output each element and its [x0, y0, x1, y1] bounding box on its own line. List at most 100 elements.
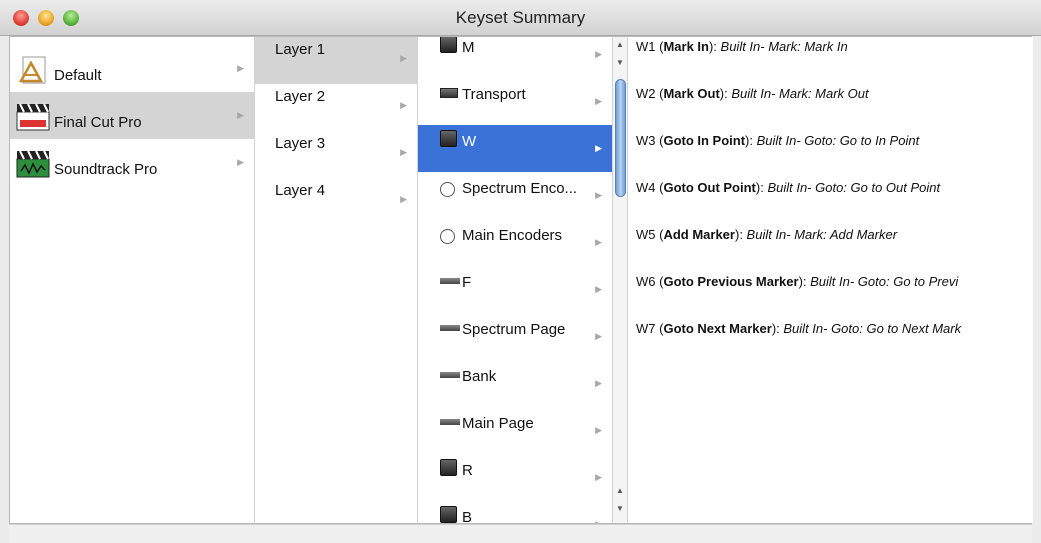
chevron-right-icon: ▶: [237, 63, 244, 73]
key-bar-icon: [440, 325, 460, 331]
layer-label: Layer 2: [275, 88, 326, 105]
keysets-scrollbar[interactable]: ▲ ▼ ▲ ▼: [612, 37, 628, 523]
layer-item[interactable]: Layer 2 ▶: [255, 84, 417, 131]
keyset-label: Spectrum Enco...: [462, 180, 578, 197]
title-bar: Keyset Summary: [0, 0, 1041, 36]
binding-key: W2: [636, 86, 656, 101]
binding-action: Built In- Goto: Go to Next Mark: [783, 321, 962, 336]
scroll-up-arrow-icon[interactable]: ▲: [613, 39, 627, 51]
binding-key: W6: [636, 274, 656, 289]
keyset-item[interactable]: Main Page ▶: [418, 407, 612, 454]
knob-icon: [440, 229, 455, 244]
knob-icon: [440, 182, 455, 197]
binding-key: W3: [636, 133, 656, 148]
chevron-right-icon: ▶: [595, 237, 602, 247]
chevron-right-icon: ▶: [400, 100, 407, 110]
scroll-up-arrow-icon[interactable]: ▲: [613, 485, 627, 497]
layer-label: Layer 3: [275, 135, 326, 152]
binding-name: Goto Out Point: [663, 180, 756, 195]
keyset-item[interactable]: M ▶: [418, 37, 612, 78]
layer-item[interactable]: Layer 3 ▶: [255, 131, 417, 178]
binding-name: Goto Previous Marker: [663, 274, 799, 289]
key-binding-row[interactable]: W2 (Mark Out): Built In- Mark: Mark Out: [636, 86, 869, 101]
keyset-item[interactable]: Bank ▶: [418, 360, 612, 407]
default-app-icon: [15, 51, 51, 87]
layers-column: Layer 1 ▶ Layer 2 ▶ Layer 3 ▶ Layer 4 ▶: [255, 37, 418, 523]
scroll-down-arrow-icon[interactable]: ▼: [613, 503, 627, 515]
keyset-label: R: [462, 462, 473, 479]
keyset-label: Transport: [462, 86, 526, 103]
chevron-right-icon: ▶: [595, 519, 602, 523]
binding-name: Mark In: [663, 39, 709, 54]
keyset-label: Spectrum Page: [462, 321, 566, 338]
scrollbar-thumb[interactable]: [615, 79, 626, 197]
clapperboard-green-icon: [15, 145, 51, 181]
keyset-label: Bank: [462, 368, 497, 385]
key-binding-row[interactable]: W5 (Add Marker): Built In- Mark: Add Mar…: [636, 227, 897, 242]
keyset-item[interactable]: F ▶: [418, 266, 612, 313]
layer-label: Layer 4: [275, 182, 326, 199]
square-key-icon: [440, 37, 457, 53]
chevron-right-icon: ▶: [400, 194, 407, 204]
keyset-label: Main Page: [462, 415, 534, 432]
chevron-right-icon: ▶: [400, 147, 407, 157]
status-bar: [9, 524, 1032, 543]
chevron-right-icon: ▶: [595, 378, 602, 388]
chevron-right-icon: ▶: [595, 472, 602, 482]
chevron-right-icon: ▶: [595, 331, 602, 341]
layer-item[interactable]: Layer 1 ▶: [255, 37, 417, 84]
key-bar-icon: [440, 372, 460, 378]
keyset-item[interactable]: Main Encoders ▶: [418, 219, 612, 266]
keyset-label: M: [462, 39, 475, 56]
binding-name: Goto Next Marker: [663, 321, 772, 336]
bindings-column: W1 (Mark In): Built In- Mark: Mark In W2 …: [628, 37, 1033, 523]
binding-key: W4: [636, 180, 656, 195]
keyset-item[interactable]: R ▶: [418, 454, 612, 501]
chevron-right-icon: ▶: [237, 157, 244, 167]
layer-item[interactable]: Layer 4 ▶: [255, 178, 417, 225]
keysets-column: M ▶ Transport ▶ W ▶ Spectrum Enco... ▶ Main Enco…: [418, 37, 613, 523]
chevron-right-icon: ▶: [595, 96, 602, 106]
window-title: Keyset Summary: [455, 8, 586, 27]
binding-action: Built In- Mark: Add Marker: [746, 227, 898, 242]
key-binding-row[interactable]: W7 (Goto Next Marker): Built In- Goto: G…: [636, 321, 961, 336]
application-item[interactable]: Soundtrack Pro ▶: [10, 139, 254, 186]
keyset-label: W: [462, 133, 477, 150]
binding-action: Built In- Goto: Go to Out Point: [767, 180, 941, 195]
keyset-item[interactable]: Transport ▶: [418, 78, 612, 125]
application-item[interactable]: Default ▶: [10, 45, 254, 92]
square-key-icon: [440, 130, 457, 147]
keyset-label: B: [462, 509, 473, 523]
clapperboard-icon: [15, 98, 51, 134]
column-browser: Default ▶ Final Cut Pro ▶ Soundtrack Pro ▶ La…: [9, 36, 1033, 524]
binding-action: Built In- Goto: Go to Previ: [810, 274, 959, 289]
scroll-down-arrow-icon[interactable]: ▼: [613, 57, 627, 69]
binding-action: Built In- Mark: Mark In: [720, 39, 848, 54]
keyset-item[interactable]: Spectrum Page ▶: [418, 313, 612, 360]
keyset-label: Main Encoders: [462, 227, 563, 244]
application-item[interactable]: Final Cut Pro ▶: [10, 92, 254, 139]
chevron-right-icon: ▶: [595, 143, 602, 153]
keyset-item[interactable]: Spectrum Enco... ▶: [418, 172, 612, 219]
chevron-right-icon: ▶: [595, 284, 602, 294]
binding-name: Mark Out: [663, 86, 720, 101]
layer-label: Layer 1: [275, 41, 326, 58]
key-binding-row[interactable]: W1 (Mark In): Built In- Mark: Mark In: [636, 39, 848, 54]
square-key-icon: [440, 506, 457, 523]
key-binding-row[interactable]: W6 (Goto Previous Marker): Built In- Got…: [636, 274, 958, 289]
key-binding-row[interactable]: W3 (Goto In Point): Built In- Goto: Go t…: [636, 133, 919, 148]
applications-column: Default ▶ Final Cut Pro ▶ Soundtrack Pro ▶: [10, 37, 255, 523]
chevron-right-icon: ▶: [237, 110, 244, 120]
key-bar-icon: [440, 419, 460, 425]
chevron-right-icon: ▶: [595, 190, 602, 200]
keyset-label: F: [462, 274, 472, 291]
keyset-item[interactable]: B▶: [418, 501, 612, 523]
square-key-icon: [440, 459, 457, 476]
chevron-right-icon: ▶: [595, 425, 602, 435]
keyset-item[interactable]: W ▶: [418, 125, 612, 172]
chevron-right-icon: ▶: [595, 49, 602, 59]
key-bar-icon: [440, 278, 460, 284]
binding-key: W7: [636, 321, 656, 336]
key-binding-row[interactable]: W4 (Goto Out Point): Built In- Goto: Go …: [636, 180, 940, 195]
chevron-right-icon: ▶: [400, 53, 407, 63]
